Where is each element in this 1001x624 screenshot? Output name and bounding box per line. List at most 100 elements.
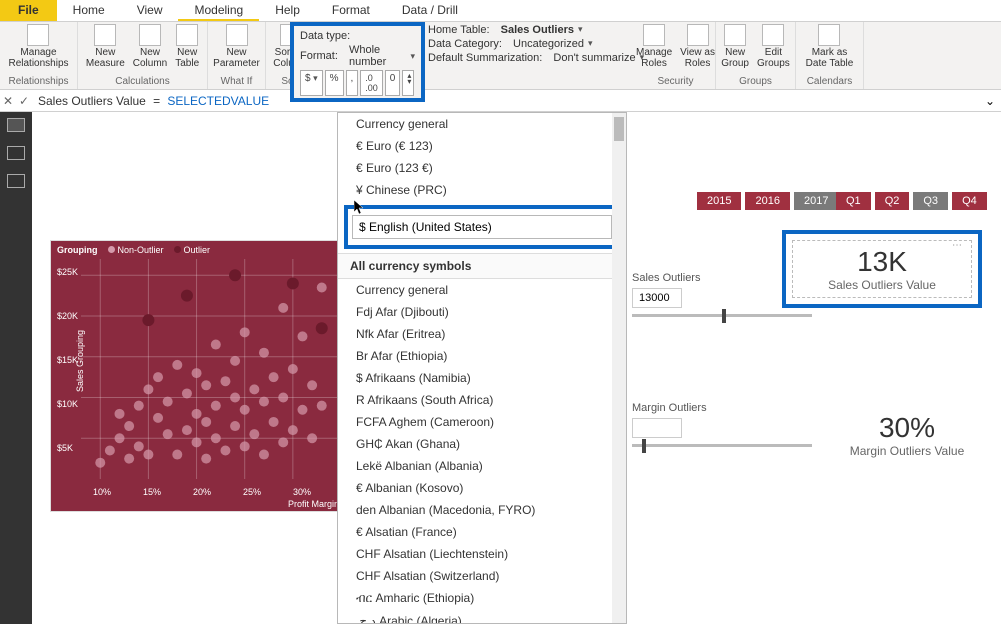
currency-button[interactable]: $ — [300, 70, 323, 96]
dropdown-item[interactable]: R Afrikaans (South Africa) — [338, 389, 626, 411]
q4[interactable]: Q4 — [952, 192, 987, 210]
dropdown-item[interactable]: CHF Alsatian (Switzerland) — [338, 565, 626, 587]
dropdown-item[interactable]: ብር Amharic (Ethiopia) — [338, 587, 626, 610]
group-whatif-label: What If — [221, 76, 253, 87]
model-view-icon[interactable] — [7, 174, 25, 188]
manage-relationships-button[interactable]: Manage Relationships — [8, 24, 68, 69]
year-2015[interactable]: 2015 — [697, 192, 741, 210]
sales-kpi-label: Sales Outliers Value — [806, 278, 958, 292]
dropdown-item[interactable]: € Alsatian (France) — [338, 521, 626, 543]
menu-home[interactable]: Home — [57, 0, 121, 21]
new-measure-button[interactable]: New Measure — [86, 24, 125, 69]
xtick: 20% — [193, 487, 211, 497]
xtick: 15% — [143, 487, 161, 497]
year-filter: 2015 2016 2017 — [697, 192, 838, 210]
new-parameter-button[interactable]: New Parameter — [213, 24, 260, 69]
dropdown-item[interactable]: ¥ Chinese (PRC) — [338, 179, 626, 201]
margin-outliers-track[interactable] — [632, 444, 812, 447]
decimals-stepper[interactable]: ▴▾ — [402, 70, 414, 96]
report-view-icon[interactable] — [7, 118, 25, 132]
legend-outlier: Outlier — [184, 245, 211, 255]
menu-format[interactable]: Format — [316, 0, 386, 21]
formula-cancel-icon[interactable]: ✕ — [3, 94, 13, 108]
q3[interactable]: Q3 — [913, 192, 948, 210]
menu-view[interactable]: View — [121, 0, 179, 21]
new-column-button[interactable]: New Column — [133, 24, 167, 69]
legend-grouping-label: Grouping — [57, 245, 98, 255]
formula-measure-name: Sales Outliers Value — [38, 94, 146, 108]
sales-outliers-input[interactable] — [632, 288, 682, 308]
xtick: 25% — [243, 487, 261, 497]
visual-options-icon[interactable]: ⋯ — [952, 240, 962, 251]
sales-kpi-card[interactable]: ⋯ 13K Sales Outliers Value — [782, 230, 982, 308]
dropdown-item[interactable]: den Albanian (Macedonia, FYRO) — [338, 499, 626, 521]
group-security-label: Security — [657, 76, 693, 87]
dropdown-item[interactable]: د.ج.‏ Arabic (Algeria) — [338, 610, 626, 624]
report-canvas: 2015 2016 2017 Q1 Q2 Q3 Q4 Grouping Non-… — [32, 112, 1001, 624]
view-switcher — [0, 112, 32, 624]
margin-kpi-value: 30% — [822, 412, 992, 444]
sales-kpi-value: 13K — [806, 246, 958, 278]
edit-groups-button[interactable]: Edit Groups — [757, 24, 790, 69]
formula-commit-icon[interactable]: ✓ — [19, 94, 29, 108]
dropdown-item[interactable]: Fdj Afar (Djibouti) — [338, 301, 626, 323]
data-type-label: Data type: — [300, 30, 350, 42]
ytick: $5K — [57, 443, 73, 453]
margin-kpi-label: Margin Outliers Value — [822, 444, 992, 458]
ytick: $10K — [57, 399, 78, 409]
group-relationships-label: Relationships — [8, 76, 68, 87]
data-view-icon[interactable] — [7, 146, 25, 160]
year-2016[interactable]: 2016 — [745, 192, 789, 210]
decimal-icon: .0.00 — [360, 70, 383, 96]
q2[interactable]: Q2 — [875, 192, 910, 210]
dropdown-item[interactable]: Nfk Afar (Eritrea) — [338, 323, 626, 345]
mark-as-date-table-button[interactable]: Mark as Date Table — [806, 24, 854, 69]
decimals-spinner[interactable]: 0 — [385, 70, 401, 96]
percent-button[interactable]: % — [325, 70, 344, 96]
new-table-button[interactable]: New Table — [175, 24, 199, 69]
format-dropdown[interactable]: Format: Whole number — [300, 44, 415, 68]
dropdown-item[interactable]: FCFA Aghem (Cameroon) — [338, 411, 626, 433]
year-2017[interactable]: 2017 — [794, 192, 838, 210]
formula-expand-icon[interactable]: ⌄ — [985, 94, 995, 108]
dropdown-item[interactable]: € Albanian (Kosovo) — [338, 477, 626, 499]
margin-kpi-card[interactable]: 30% Margin Outliers Value — [822, 412, 992, 458]
dropdown-list: Currency generalFdj Afar (Djibouti)Nfk A… — [338, 279, 626, 624]
margin-outliers-slider: Margin Outliers — [632, 402, 812, 447]
ytick: $20K — [57, 311, 78, 321]
view-as-roles-button[interactable]: View as Roles — [680, 24, 715, 69]
menu-file[interactable]: File — [0, 0, 57, 21]
margin-outliers-input[interactable] — [632, 418, 682, 438]
formula-function: SELECTEDVALUE — [167, 94, 269, 108]
menu-bar: File Home View Modeling Help Format Data… — [0, 0, 1001, 22]
dropdown-top-list: Currency general€ Euro (€ 123)€ Euro (12… — [338, 113, 626, 201]
formula-bar[interactable]: ✕ ✓ Sales Outliers Value = SELECTEDVALUE… — [0, 90, 1001, 112]
dropdown-item[interactable]: € Euro (€ 123) — [338, 135, 626, 157]
scatter-visual[interactable]: Grouping Non-Outlier Outlier $25K $20K $… — [50, 240, 350, 512]
ribbon: Manage Relationships Relationships New M… — [0, 22, 1001, 90]
margin-outliers-label: Margin Outliers — [632, 402, 812, 414]
dropdown-item[interactable]: CHF Alsatian (Liechtenstein) — [338, 543, 626, 565]
menu-datadrill[interactable]: Data / Drill — [386, 0, 474, 21]
xtick: 30% — [293, 487, 311, 497]
menu-modeling[interactable]: Modeling — [178, 0, 259, 21]
group-groups-label: Groups — [739, 76, 772, 87]
dropdown-item[interactable]: Currency general — [338, 279, 626, 301]
dropdown-item[interactable]: Br Afar (Ethiopia) — [338, 345, 626, 367]
comma-button[interactable]: , — [346, 70, 359, 96]
dropdown-item[interactable]: Lekë Albanian (Albania) — [338, 455, 626, 477]
dropdown-item[interactable]: $ Afrikaans (Namibia) — [338, 367, 626, 389]
dropdown-item[interactable]: GH₵ Akan (Ghana) — [338, 433, 626, 455]
sales-outliers-track[interactable] — [632, 314, 812, 317]
new-group-button[interactable]: New Group — [721, 24, 749, 69]
dropdown-scrollbar[interactable] — [612, 113, 626, 623]
dropdown-item[interactable]: € Euro (123 €) — [338, 157, 626, 179]
format-block-highlight: Data type: Format: Whole number $ % , .0… — [290, 22, 425, 102]
dropdown-item[interactable]: Currency general — [338, 113, 626, 135]
q1[interactable]: Q1 — [836, 192, 871, 210]
menu-help[interactable]: Help — [259, 0, 316, 21]
dropdown-section-header: All currency symbols — [338, 253, 626, 279]
ytick: $25K — [57, 267, 78, 277]
dropdown-search-input[interactable] — [352, 215, 612, 239]
properties-block: Home Table: Sales Outliers Data Category… — [428, 24, 644, 66]
